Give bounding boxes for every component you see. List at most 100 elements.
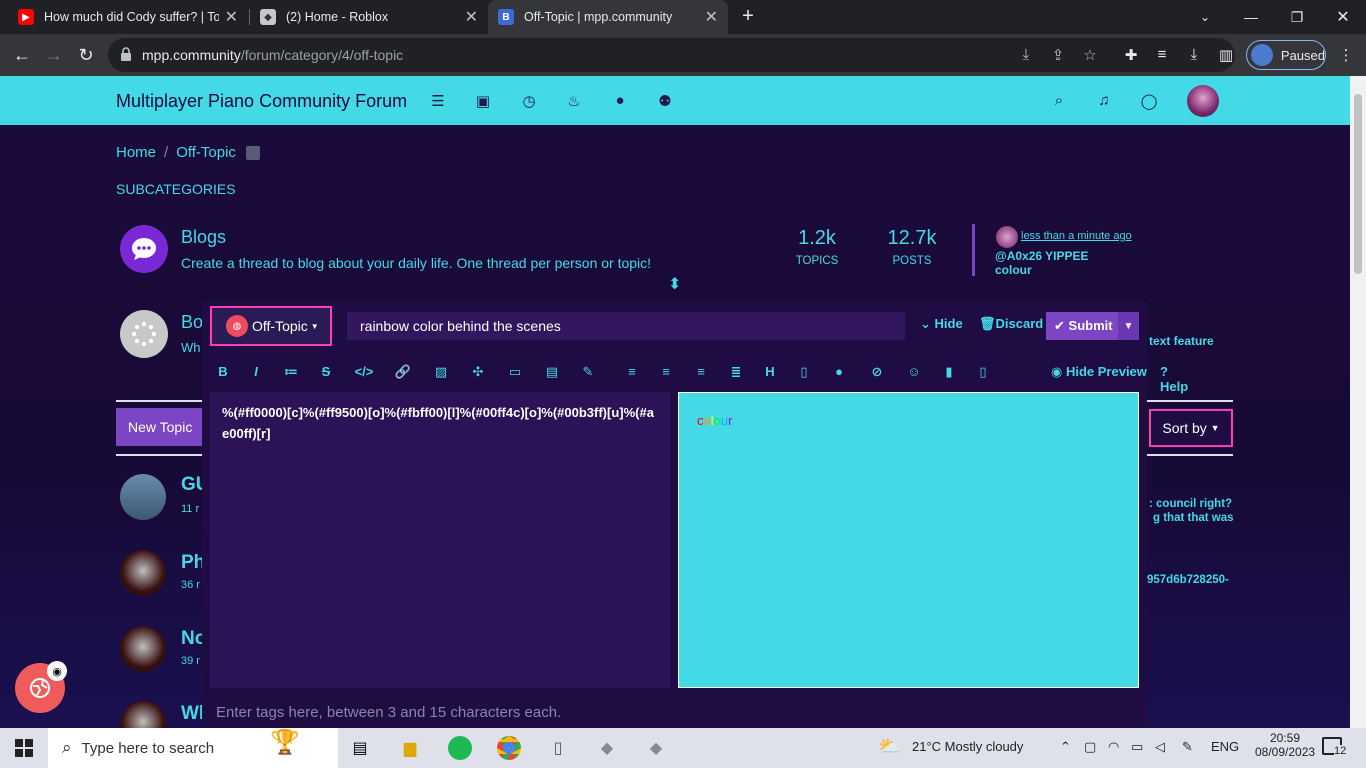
show-hidden-icons-icon[interactable]: ⌃ [1060,739,1071,755]
profile-button[interactable]: Paused [1246,40,1326,70]
category-name[interactable]: Blogs [181,227,226,248]
image-icon[interactable]: ▨ [431,362,451,382]
new-topic-button[interactable]: New Topic [116,408,202,446]
window-close-icon[interactable]: ✕ [1320,0,1366,34]
code-icon[interactable]: </> [354,362,374,382]
tab-youtube[interactable]: ▶ How much did Cody suffer? | Tota ✕ [8,0,248,34]
address-bar[interactable]: mpp.community/forum/category/4/off-topic… [108,38,1235,72]
submit-main[interactable]: ✔ Submit [1046,318,1118,334]
file-code-icon[interactable]: ▯ [794,362,814,382]
share-icon[interactable]: ⇪ [1048,46,1068,64]
groups-icon[interactable]: ⚉ [656,92,674,110]
chart-icon[interactable]: ▤ [542,362,562,382]
blogs-category-icon[interactable] [120,225,168,273]
topic-avatar[interactable] [120,474,166,520]
minimize-icon[interactable]: — [1228,0,1274,34]
install-icon[interactable]: ⤓ [1016,46,1036,63]
align-justify-icon[interactable]: ≣ [726,362,746,382]
file-explorer-icon[interactable]: ▆ [396,734,424,762]
align-left-icon[interactable]: ≡ [622,362,642,382]
notifications-icon[interactable]: 12 [1322,737,1347,758]
hide-button[interactable]: ⌄ Hide [920,316,963,332]
submit-options-caret-icon[interactable]: ▼ [1118,312,1139,340]
file-icon[interactable]: ▯ [973,362,993,382]
info-icon[interactable]: ● [829,362,849,382]
chrome-icon[interactable] [495,734,523,762]
puzzle-icon[interactable]: ✣ [468,362,488,382]
close-icon[interactable]: ✕ [465,7,478,27]
categories-icon[interactable]: ☰ [429,92,447,110]
topic-avatar[interactable] [120,550,166,596]
back-icon[interactable]: ← [9,42,35,68]
topic-avatar[interactable] [120,626,166,672]
heading-icon[interactable]: H [760,362,780,382]
pen-icon[interactable]: ✎ [1182,739,1193,755]
sort-by-button[interactable]: Sort by ▼ [1149,409,1233,447]
tags-input[interactable]: Enter tags here, between 3 and 15 charac… [202,696,1147,728]
mouse-app-icon[interactable]: ▯ [544,734,572,762]
clock[interactable]: 20:59 08/09/2023 [1255,731,1315,759]
new-tab-icon[interactable]: + [737,5,759,29]
menu-icon[interactable]: ⋮ [1336,46,1356,64]
recent-clock-icon[interactable]: ◷ [520,92,538,110]
category-name[interactable]: Bo [181,312,203,333]
help-button[interactable]: ? Help [1160,364,1188,394]
submit-button[interactable]: ✔ Submit ▼ [1046,312,1139,340]
media-control-icon[interactable]: ≡ [1152,46,1172,63]
inbox-icon[interactable]: ▣ [474,92,492,110]
rss-icon[interactable] [245,146,260,161]
breadcrumb-current[interactable]: Off-Topic [176,144,236,161]
link-icon[interactable]: 🔗 [393,362,413,382]
forum-brand[interactable]: Multiplayer Piano Community Forum [116,91,407,112]
align-center-icon[interactable]: ≡ [656,362,676,382]
category-selector[interactable]: ◍ Off-Topic ▼ [210,306,332,346]
extensions-icon[interactable]: ✚ [1121,46,1141,64]
embed-icon[interactable]: ▭ [505,362,525,382]
downloads-icon[interactable]: ⤓ [1184,46,1204,63]
bold-icon[interactable]: B [213,362,233,382]
list-icon[interactable]: ≔ [281,362,301,382]
title-input[interactable] [347,312,905,340]
user-icon[interactable]: ● [611,92,629,110]
tab-search-icon[interactable]: ⌄ [1182,0,1228,34]
search-icon[interactable]: ⌕ [1050,92,1068,110]
side-panel-icon[interactable]: ▥ [1216,46,1236,64]
roblox-studio-icon[interactable]: ◆ [642,734,670,762]
align-right-icon[interactable]: ≡ [691,362,711,382]
battery-icon[interactable]: ▭ [1131,739,1143,755]
eye-icon[interactable]: ◉ [47,661,67,681]
tab-mpp-community[interactable]: B Off-Topic | mpp.community ✕ [488,0,728,34]
topic-avatar[interactable] [120,701,166,728]
spotify-icon[interactable] [446,734,474,762]
emoji-icon[interactable]: ☺ [904,362,924,382]
meet-now-icon[interactable]: ▢ [1084,739,1096,755]
color-picker-icon[interactable]: ✎ [578,362,598,382]
file-upload-icon[interactable]: ▮ [939,362,959,382]
forward-icon[interactable]: → [41,42,67,68]
volume-icon[interactable]: ◁ [1155,739,1165,755]
weather-icon[interactable]: ⛅ [878,736,900,757]
restore-icon[interactable]: ❐ [1274,0,1320,34]
italic-icon[interactable]: I [246,362,266,382]
discard-button[interactable]: 🗑Discard [979,316,1043,332]
hide-eye-icon[interactable]: ⊘ [867,362,887,382]
language-indicator[interactable]: ENG [1211,739,1239,754]
chat-icon[interactable]: ◯ [1140,92,1158,110]
close-icon[interactable]: ✕ [705,7,718,27]
tab-roblox[interactable]: ◆ (2) Home - Roblox ✕ [250,0,488,34]
user-avatar[interactable] [1187,85,1219,117]
category-icon[interactable] [120,310,168,358]
taskbar-search[interactable]: ⌕ Type here to search 🏆 [48,728,338,768]
reload-icon[interactable]: ↻ [73,42,99,68]
last-post-time[interactable]: less than a minute ago [1021,230,1132,242]
roblox-icon[interactable]: ◆ [593,734,621,762]
page-scrollbar[interactable] [1350,76,1366,728]
windows-start-icon[interactable] [10,734,38,762]
scrollbar-thumb[interactable] [1354,94,1362,274]
composer-resize-handle[interactable]: ⬍ [668,274,681,294]
weather-text[interactable]: 21°C Mostly cloudy [912,739,1023,754]
accessibility-button[interactable]: ◉ [15,661,67,713]
popular-fire-icon[interactable]: ♨ [565,92,583,110]
last-post-title[interactable]: @A0x26 YIPPEE [995,249,1089,263]
notifications-bell-icon[interactable]: ♫ [1095,92,1113,110]
